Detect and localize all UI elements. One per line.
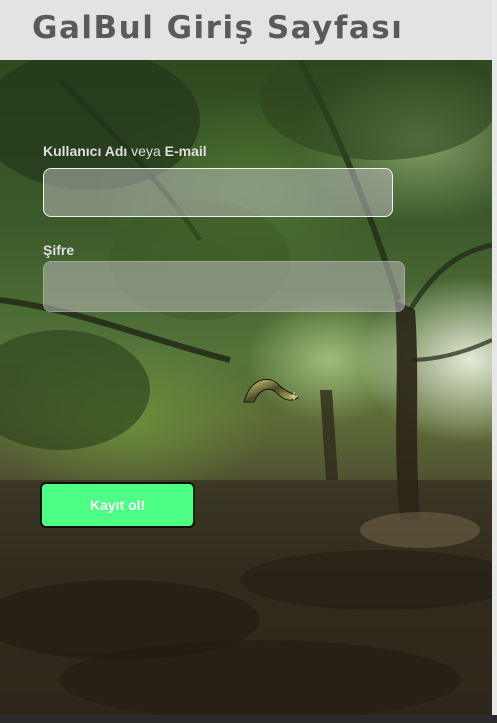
username-email-input[interactable] [43, 168, 393, 217]
window-edge [492, 0, 497, 723]
password-label: Şifre [43, 242, 75, 258]
register-button[interactable]: Kayıt ol! [40, 482, 195, 528]
swirl-logo-icon [243, 378, 299, 403]
page-title: GalBul Giriş Sayfası [32, 10, 404, 46]
password-input[interactable] [43, 261, 405, 312]
bottom-bar [0, 715, 497, 723]
username-label: Kullanıcı Adı veya E-mail [43, 143, 207, 159]
page-header: GalBul Giriş Sayfası [0, 0, 497, 61]
